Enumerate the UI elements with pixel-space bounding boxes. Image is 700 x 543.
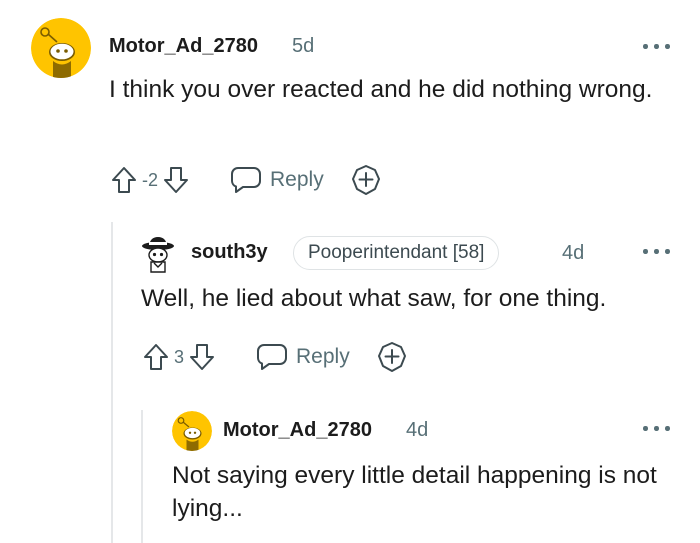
more-options-icon[interactable] bbox=[643, 244, 673, 258]
upvote-button[interactable] bbox=[140, 341, 172, 373]
thread-line[interactable] bbox=[111, 222, 113, 543]
upvote-icon bbox=[144, 344, 168, 370]
comment-actions: 3 Reply bbox=[140, 340, 408, 374]
comment-timestamp[interactable]: 5d bbox=[292, 35, 314, 58]
downvote-icon bbox=[164, 167, 189, 193]
comment-timestamp[interactable]: 4d bbox=[562, 242, 584, 265]
comment-bubble-icon bbox=[257, 344, 288, 370]
comment-actions: -2 Reply bbox=[108, 163, 382, 197]
award-plus-icon bbox=[351, 165, 380, 195]
snoo-avatar-icon bbox=[172, 411, 212, 451]
comment-author[interactable]: Motor_Ad_2780 bbox=[109, 35, 258, 58]
reply-label: Reply bbox=[270, 168, 324, 191]
more-options-icon[interactable] bbox=[643, 39, 673, 53]
more-options-icon[interactable] bbox=[643, 421, 673, 435]
reply-button[interactable]: Reply bbox=[256, 342, 350, 372]
upvote-button[interactable] bbox=[108, 164, 140, 196]
snoo-avatar-icon bbox=[142, 237, 174, 273]
award-plus-icon bbox=[377, 342, 406, 372]
comment-body: Not saying every little detail happening… bbox=[172, 462, 657, 522]
downvote-button[interactable] bbox=[186, 341, 218, 373]
user-flair: Pooperintendant [58] bbox=[293, 236, 500, 270]
comment-body: Well, he lied about what saw, for one th… bbox=[141, 285, 607, 312]
award-button[interactable] bbox=[376, 341, 408, 373]
avatar[interactable] bbox=[141, 236, 175, 274]
downvote-icon bbox=[190, 344, 215, 370]
comment-thread: Motor_Ad_2780 5d I think you over reacte… bbox=[0, 0, 700, 543]
downvote-button[interactable] bbox=[160, 164, 192, 196]
upvote-icon bbox=[112, 167, 136, 193]
avatar[interactable] bbox=[172, 411, 212, 451]
snoo-avatar-icon bbox=[31, 18, 91, 78]
comment-timestamp[interactable]: 4d bbox=[406, 419, 428, 442]
comment-author[interactable]: south3y bbox=[191, 241, 268, 264]
award-button[interactable] bbox=[350, 164, 382, 196]
thread-line[interactable] bbox=[141, 410, 143, 543]
reply-label: Reply bbox=[296, 345, 350, 368]
comment-author[interactable]: Motor_Ad_2780 bbox=[223, 419, 372, 442]
avatar[interactable] bbox=[31, 18, 91, 78]
reply-button[interactable]: Reply bbox=[230, 165, 324, 195]
vote-score: 3 bbox=[174, 346, 185, 367]
vote-score: -2 bbox=[142, 169, 159, 190]
comment-body: I think you over reacted and he did noth… bbox=[109, 76, 653, 103]
comment-bubble-icon bbox=[231, 167, 262, 193]
